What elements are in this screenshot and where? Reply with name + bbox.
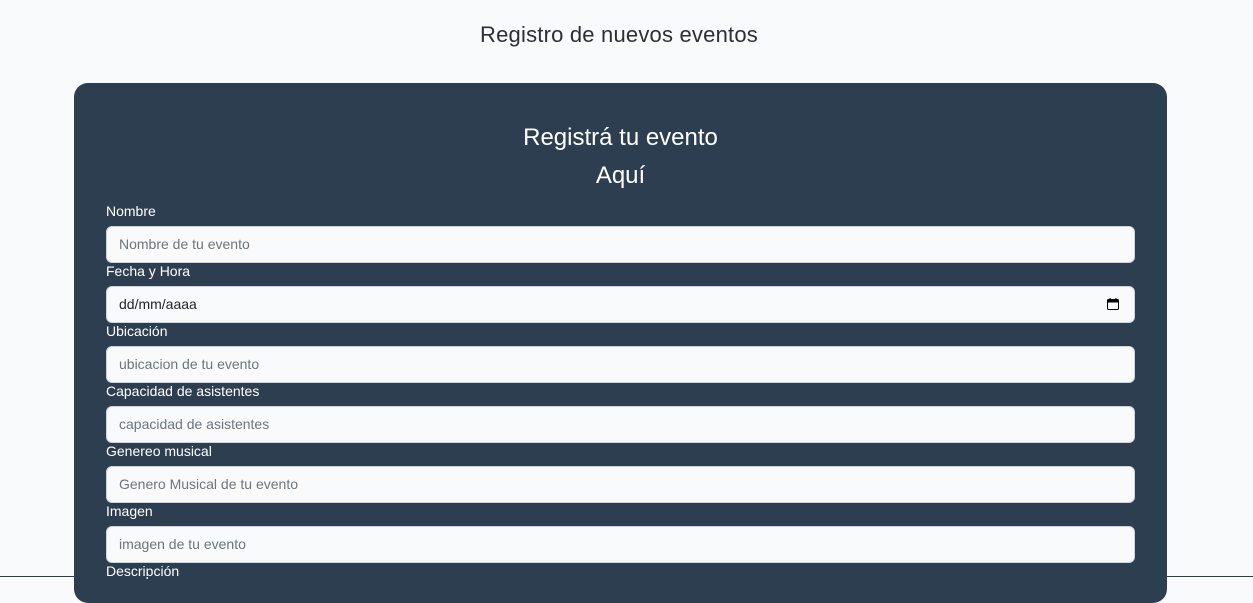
form-heading-line1: Registrá tu evento — [523, 124, 718, 151]
field-descripcion: Descripción — [106, 563, 1135, 580]
field-nombre: Nombre Nombre de tu evento — [106, 203, 1135, 263]
ubicacion-input[interactable]: ubicacion de tu evento — [106, 346, 1135, 383]
genero-musical-input[interactable]: Genero Musical de tu evento — [106, 466, 1135, 503]
field-label: Fecha y Hora — [106, 263, 191, 279]
field-imagen: Imagen imagen de tu evento — [106, 503, 1135, 563]
capacidad-input[interactable]: capacidad de asistentes — [106, 406, 1135, 443]
fecha-hora-input[interactable]: dd/mm/aaaa — [106, 286, 1135, 323]
date-value: dd/mm/aaaa — [119, 296, 197, 312]
form-heading-line2: Aquí — [595, 162, 646, 189]
imagen-input[interactable]: imagen de tu evento — [106, 526, 1135, 563]
field-label: Nombre — [106, 203, 156, 219]
field-fecha-hora: Fecha y Hora dd/mm/aaaa — [106, 263, 1135, 323]
calendar-icon[interactable] — [1107, 298, 1119, 310]
page-title: Registro de nuevos eventos — [480, 22, 758, 47]
field-label: Capacidad de asistentes — [106, 383, 260, 399]
form-heading: Registrá tu evento Aquí — [74, 119, 1167, 195]
field-label: Genereo musical — [106, 443, 212, 459]
field-ubicacion: Ubicación ubicacion de tu evento — [106, 323, 1135, 383]
nombre-input[interactable]: Nombre de tu evento — [106, 226, 1135, 263]
field-genero-musical: Genereo musical Genero Musical de tu eve… — [106, 443, 1135, 503]
field-label: Descripción — [106, 563, 180, 579]
event-form-card: Registrá tu evento Aquí Nombre Nombre de… — [74, 83, 1167, 603]
field-capacidad: Capacidad de asistentes capacidad de asi… — [106, 383, 1135, 443]
field-label: Ubicación — [106, 323, 168, 339]
field-label: Imagen — [106, 503, 153, 519]
